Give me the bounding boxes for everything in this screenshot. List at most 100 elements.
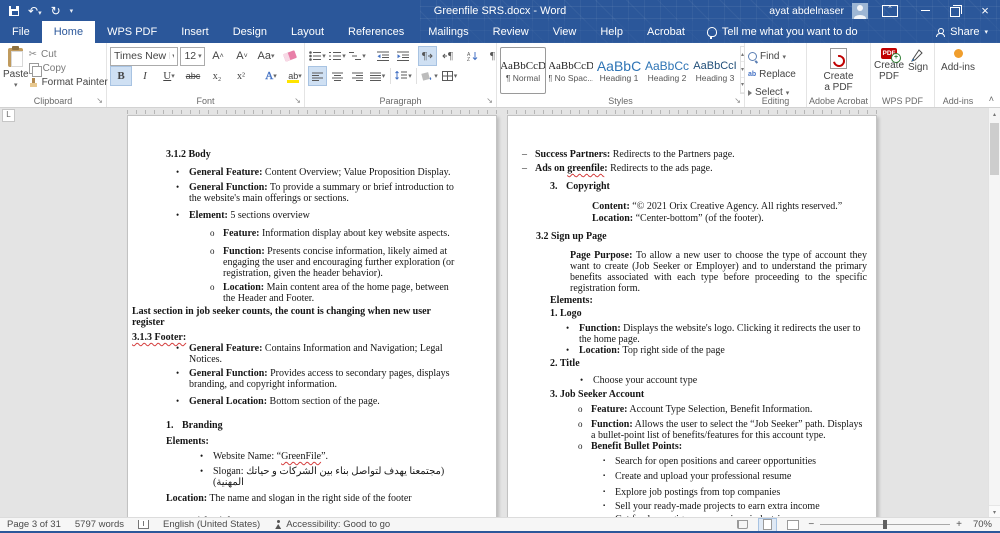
doc-line[interactable]: • General Function: Provides access to se…: [176, 368, 462, 390]
highlight-color-button[interactable]: ab ▾: [284, 66, 306, 86]
justify-button[interactable]: ▾: [368, 66, 387, 86]
subscript-button[interactable]: x₂: [206, 66, 228, 86]
doc-line[interactable]: ▪ Create and upload your professional res…: [603, 471, 867, 482]
save-icon[interactable]: [9, 5, 19, 16]
numbering-button[interactable]: ▾: [328, 46, 347, 66]
tab-insert[interactable]: Insert: [169, 21, 221, 43]
zoom-slider-thumb[interactable]: [882, 520, 887, 529]
doc-line[interactable]: Page Purpose: To allow a new user to cho…: [570, 250, 867, 294]
clear-formatting-button[interactable]: [279, 46, 301, 66]
strikethrough-button[interactable]: abc: [182, 66, 204, 86]
doc-line[interactable]: • Location: Top right side of the page: [566, 345, 867, 356]
bold-button[interactable]: B: [110, 66, 132, 86]
doc-line[interactable]: – Ads on greenfile: Redirects to the ads …: [522, 163, 867, 174]
doc-line[interactable]: 3. Copyright: [550, 181, 867, 192]
doc-line[interactable]: o Function: Allows the user to select the…: [578, 419, 867, 441]
tab-stop-selector[interactable]: L: [2, 109, 15, 122]
doc-line[interactable]: Content: “© 2021 Orix Creative Agency. A…: [592, 201, 867, 212]
account-name[interactable]: ayat abdelnaser: [769, 5, 844, 17]
doc-line[interactable]: 3. Job Seeker Account: [550, 389, 867, 400]
tab-home[interactable]: Home: [41, 21, 96, 43]
doc-line[interactable]: o Benefit Bullet Points:: [578, 441, 867, 452]
zoom-in-button[interactable]: +: [956, 519, 962, 530]
doc-line[interactable]: Elements:: [550, 295, 867, 306]
doc-line[interactable]: • General Location: Bottom section of the…: [176, 396, 462, 407]
shrink-font-button[interactable]: A: [231, 46, 253, 66]
scroll-up-arrow[interactable]: ▴: [989, 108, 1000, 120]
styles-more-button[interactable]: ▾: [741, 78, 745, 93]
underline-button[interactable]: U ▾: [158, 66, 180, 86]
format-painter-button[interactable]: Format Painter: [29, 77, 108, 88]
style-heading-1[interactable]: AaBbC Heading 1: [596, 47, 642, 94]
page-number-status[interactable]: Page 3 of 31: [0, 519, 68, 530]
collapse-ribbon-button[interactable]: ˄: [989, 94, 994, 104]
align-right-button[interactable]: [348, 66, 367, 86]
tab-wps-pdf[interactable]: WPS PDF: [95, 21, 169, 43]
superscript-button[interactable]: x²: [230, 66, 252, 86]
sort-button[interactable]: AZ: [463, 46, 482, 66]
tell-me-box[interactable]: Tell me what you want to do: [697, 21, 868, 43]
proofing-status[interactable]: [131, 520, 156, 529]
doc-line[interactable]: • General Feature: Contains Information a…: [176, 343, 462, 365]
decrease-indent-button[interactable]: [373, 46, 392, 66]
doc-line[interactable]: Last section in job seeker counts, the c…: [132, 306, 462, 328]
doc-line[interactable]: Location: “Center-bottom” (of the footer…: [592, 213, 867, 224]
language-status[interactable]: English (United States): [156, 519, 267, 530]
grow-font-button[interactable]: A: [207, 46, 229, 66]
wps-create-pdf-button[interactable]: PDF Create PDF: [874, 48, 904, 93]
tab-design[interactable]: Design: [221, 21, 279, 43]
wps-sign-button[interactable]: Sign: [908, 48, 928, 93]
restore-button[interactable]: [940, 0, 970, 21]
styles-scroll-up[interactable]: ▴: [741, 47, 745, 63]
doc-line[interactable]: 3.2 Sign up Page: [536, 231, 867, 242]
page-1[interactable]: 3.1.2 Body • General Feature: Content Over…: [127, 115, 497, 518]
doc-line[interactable]: • General Function: To provide a summary …: [176, 182, 462, 204]
tab-layout[interactable]: Layout: [279, 21, 336, 43]
change-case-button[interactable]: Aa ▾: [255, 46, 277, 66]
multilevel-list-button[interactable]: ▾: [348, 46, 367, 66]
doc-line[interactable]: ▪ Search for open positions and career op…: [603, 456, 867, 467]
accessibility-status[interactable]: Accessibility: Good to go: [267, 519, 397, 530]
bullets-button[interactable]: ▾: [308, 46, 327, 66]
italic-button[interactable]: I: [134, 66, 156, 86]
doc-line[interactable]: 1. Branding: [166, 420, 462, 431]
align-left-button[interactable]: [308, 66, 327, 86]
doc-line[interactable]: • Slogan: (مجتمعنا يهدف لتواصل بناء بين ا…: [200, 466, 462, 488]
doc-line[interactable]: o Location: Main content area of the home…: [210, 282, 462, 304]
ribbon-display-options-icon[interactable]: ˄: [882, 4, 898, 17]
doc-line[interactable]: 3.1.2 Body: [166, 149, 462, 160]
doc-line[interactable]: • Choose your account type: [580, 375, 867, 386]
paste-button[interactable]: Paste ▾: [3, 46, 29, 93]
clipboard-dialog-launcher[interactable]: ↘: [96, 97, 103, 105]
cut-button[interactable]: ✂ Cut: [29, 49, 108, 60]
doc-line[interactable]: – Success Partners: Redirects to the Part…: [522, 149, 867, 160]
doc-line[interactable]: o Feature: Information display about key …: [210, 228, 462, 239]
zoom-slider[interactable]: [820, 519, 951, 530]
doc-line[interactable]: ▪ Sell your ready-made projects to earn e…: [603, 501, 867, 512]
doc-line[interactable]: o Feature: Account Type Selection, Benefi…: [578, 404, 867, 415]
styles-scroll-down[interactable]: ▾: [741, 62, 745, 78]
font-size-combo[interactable]: 12 ▾: [180, 46, 205, 66]
style-normal[interactable]: AaBbCcD ¶ Normal: [500, 47, 546, 94]
create-a-pdf-button[interactable]: Create a PDF: [810, 48, 867, 93]
doc-line[interactable]: • Website Name: “GreenFile”.: [200, 451, 462, 462]
tab-help[interactable]: Help: [588, 21, 635, 43]
copy-button[interactable]: Copy: [28, 63, 108, 77]
rtl-direction-button[interactable]: ¶: [438, 46, 457, 66]
replace-button[interactable]: ab Replace: [748, 67, 803, 82]
print-layout-button[interactable]: [758, 517, 778, 532]
doc-line[interactable]: • Function: Displays the website's logo. …: [566, 323, 867, 345]
shading-button[interactable]: ▾: [420, 66, 439, 86]
doc-line[interactable]: o Function: Presents concise information,…: [210, 246, 462, 279]
tab-references[interactable]: References: [336, 21, 416, 43]
doc-line[interactable]: ▪ Explore job postings from top companies: [603, 487, 867, 498]
doc-line[interactable]: • Element: 5 sections overview: [176, 210, 462, 221]
style-heading-3[interactable]: AaBbCcI Heading 3: [692, 47, 738, 94]
addins-button[interactable]: Add-ins: [938, 46, 978, 73]
web-layout-button[interactable]: [783, 518, 802, 532]
doc-line[interactable]: Elements:: [166, 436, 462, 447]
ltr-direction-button[interactable]: ¶: [418, 46, 437, 66]
close-button[interactable]: ×: [970, 0, 1000, 21]
doc-line[interactable]: Location: The name and slogan in the rig…: [166, 493, 462, 504]
font-dialog-launcher[interactable]: ↘: [294, 97, 301, 105]
